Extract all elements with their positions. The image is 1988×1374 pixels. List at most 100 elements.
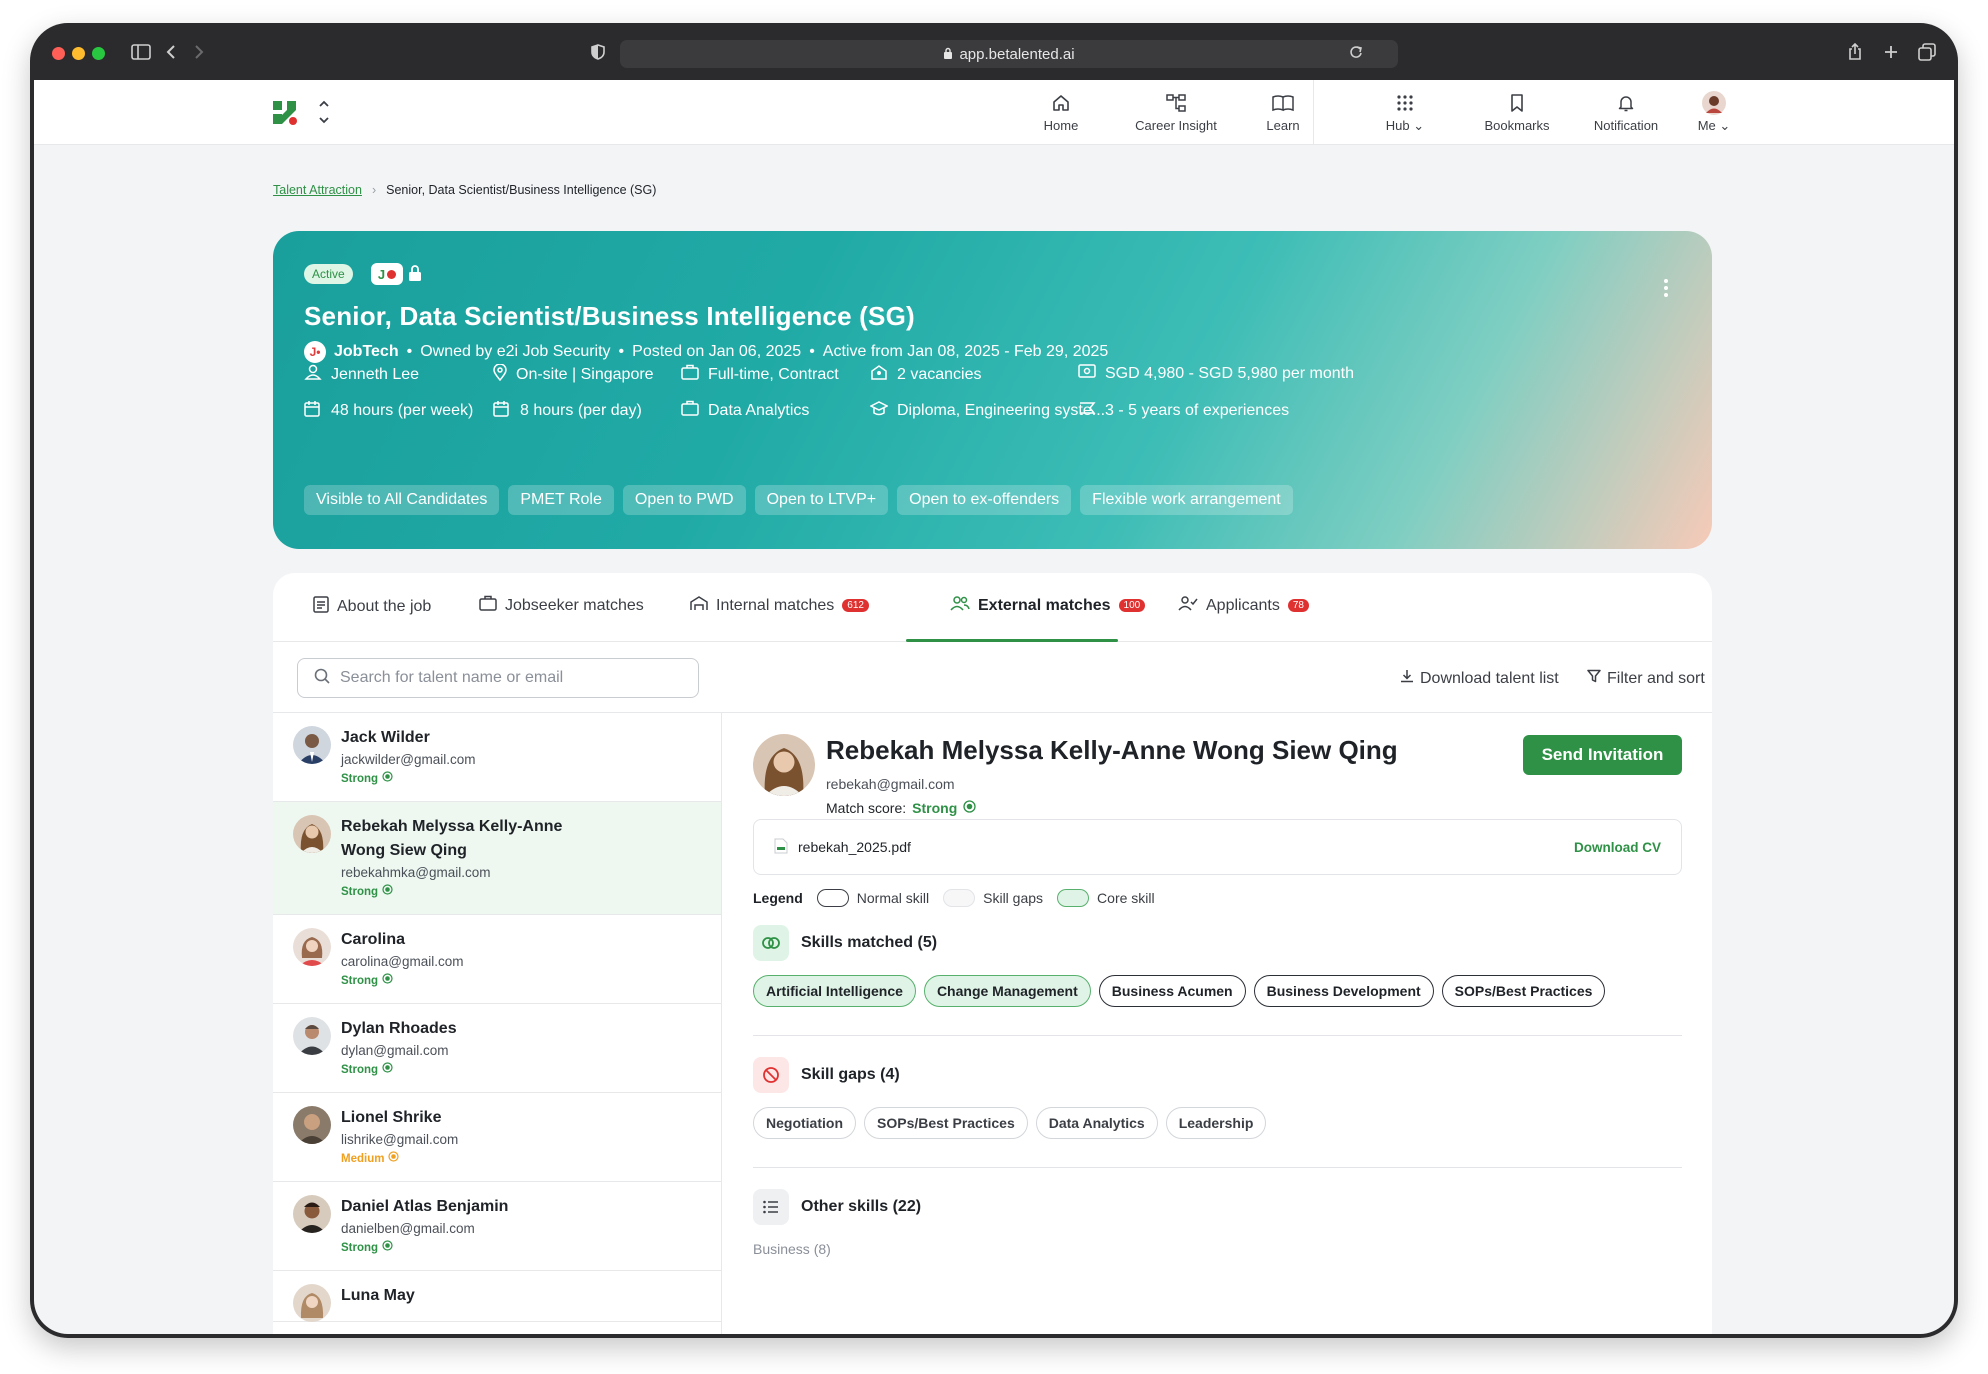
money-icon xyxy=(1078,364,1096,383)
attr-weekly-hours: 48 hours (per week) xyxy=(304,400,473,422)
list-item[interactable]: Dylan Rhoades dylan@gmail.com Strong xyxy=(273,1004,721,1093)
nav-divider xyxy=(1313,80,1314,145)
url-bar[interactable]: app.betalented.ai xyxy=(620,40,1398,68)
talent-name: Lionel Shrike xyxy=(341,1109,442,1126)
maximize-window-button[interactable] xyxy=(92,47,105,60)
list-item[interactable]: Daniel Atlas Benjamin danielben@gmail.co… xyxy=(273,1182,721,1271)
nav-hub-label: Hub ⌄ xyxy=(1385,118,1425,133)
attr-salary-value: SGD 4,980 - SGD 5,980 per month xyxy=(1105,364,1355,382)
nav-bookmarks[interactable]: Bookmarks xyxy=(1472,88,1562,133)
skill-chip: SOPs/Best Practices xyxy=(1441,975,1606,1007)
tab-external-matches-label: External matches xyxy=(978,596,1111,614)
forward-icon[interactable] xyxy=(186,39,212,65)
bullet-separator: • xyxy=(809,343,815,360)
tab-about-job[interactable]: About the job xyxy=(313,595,431,618)
attr-education-value: Diploma, Engineering syste... xyxy=(897,401,1106,419)
calendar-clock-icon xyxy=(304,400,322,422)
attr-weekly-hours-value: 48 hours (per week) xyxy=(331,402,474,419)
bookmark-icon xyxy=(1472,88,1562,118)
talent-email: dylan@gmail.com xyxy=(341,1043,449,1058)
app-logo[interactable] xyxy=(273,100,333,131)
attr-employment-value: Full-time, Contract xyxy=(708,365,839,383)
job-posted-date: Posted on Jan 06, 2025 xyxy=(632,343,802,360)
privacy-shield-icon[interactable] xyxy=(585,39,611,65)
tab-overview-icon[interactable] xyxy=(1914,39,1940,65)
tag-ltvp: Open to LTVP+ xyxy=(754,485,889,515)
chevron-down-icon: ⌄ xyxy=(1413,118,1425,133)
skill-chip: Data Analytics xyxy=(1035,1107,1158,1139)
download-talent-list-button[interactable]: Download talent list xyxy=(1400,669,1559,688)
tab-applicants[interactable]: Applicants 78 xyxy=(1178,595,1309,616)
grid-icon xyxy=(1360,88,1450,118)
filter-sort-label: Filter and sort xyxy=(1607,669,1705,687)
cv-file-name[interactable]: rebekah_2025.pdf xyxy=(798,839,911,855)
match-score-label: Match score: xyxy=(826,800,907,816)
breadcrumb-current: Senior, Data Scientist/Business Intellig… xyxy=(386,183,657,197)
attr-salary: SGD 4,980 - SGD 5,980 per month xyxy=(1078,364,1354,383)
reload-icon[interactable] xyxy=(1343,39,1369,65)
talent-name: Carolina xyxy=(341,931,406,948)
match-score-value: Strong xyxy=(912,800,958,816)
tag-visible-all: Visible to All Candidates xyxy=(304,485,500,515)
match-strength: Medium xyxy=(341,1150,703,1168)
tag-pwd: Open to PWD xyxy=(622,485,746,515)
tab-bar: About the job Jobseeker matches Internal… xyxy=(273,573,1712,642)
nav-career-insight[interactable]: Career Insight xyxy=(1116,88,1236,133)
sidebar-toggle-icon[interactable] xyxy=(128,39,154,65)
share-icon[interactable] xyxy=(1842,39,1868,65)
legend-core: Core skill xyxy=(1057,889,1155,907)
send-invitation-button[interactable]: Send Invitation xyxy=(1523,735,1682,775)
app-viewport: Home Career Insight Learn Hub ⌄ Bookmark… xyxy=(34,80,1954,1334)
pdf-file-icon xyxy=(774,838,788,857)
count-badge: 78 xyxy=(1287,599,1309,612)
tab-external-matches[interactable]: External matches 100 xyxy=(950,595,1146,616)
active-tab-indicator xyxy=(906,639,1118,642)
person-check-icon xyxy=(1178,595,1198,616)
match-strength: Strong xyxy=(341,972,703,990)
experience-icon xyxy=(1078,400,1096,421)
nav-hub[interactable]: Hub ⌄ xyxy=(1360,88,1450,134)
talent-email: jackwilder@gmail.com xyxy=(341,752,476,767)
breadcrumb-link-talent-attraction[interactable]: Talent Attraction xyxy=(273,183,362,197)
attr-vacancies: 2 vacancies xyxy=(870,364,982,385)
avatar xyxy=(293,726,331,764)
vacancy-icon xyxy=(870,364,888,385)
talent-email: danielben@gmail.com xyxy=(341,1221,475,1236)
close-window-button[interactable] xyxy=(52,47,65,60)
nav-home-label: Home xyxy=(1043,118,1079,133)
nav-learn[interactable]: Learn xyxy=(1238,88,1328,133)
job-source[interactable]: JobTech xyxy=(334,343,399,361)
more-options-icon[interactable] xyxy=(1664,279,1670,297)
search-input[interactable]: Search for talent name or email xyxy=(297,658,699,698)
lock-icon xyxy=(943,46,953,63)
match-strength: Strong xyxy=(341,1239,703,1257)
nav-notification[interactable]: Notification xyxy=(1581,88,1671,133)
filter-sort-button[interactable]: Filter and sort xyxy=(1587,669,1705,688)
new-tab-icon[interactable] xyxy=(1878,39,1904,65)
skill-gaps-heading: Skill gaps (4) xyxy=(753,1057,900,1093)
tab-jobseeker-matches[interactable]: Jobseeker matches xyxy=(479,595,644,616)
list-item[interactable]: Lionel Shrike lishrike@gmail.com Medium xyxy=(273,1093,721,1182)
radio-dot-icon xyxy=(382,1239,393,1257)
nav-me[interactable]: Me ⌄ xyxy=(1669,88,1759,134)
download-cv-link[interactable]: Download CV xyxy=(1574,840,1661,855)
list-item-selected[interactable]: Rebekah Melyssa Kelly-Anne Wong Siew Qin… xyxy=(273,802,721,915)
matches-card: About the job Jobseeker matches Internal… xyxy=(273,573,1712,1334)
cv-file-card: rebekah_2025.pdf Download CV xyxy=(753,819,1682,875)
match-score: Match score: Strong xyxy=(826,800,976,816)
talent-email: rebekahmka@gmail.com xyxy=(341,865,491,880)
list-item[interactable]: Luna May xyxy=(273,1271,721,1322)
radio-dot-icon xyxy=(382,770,393,788)
attr-location: On-site | Singapore xyxy=(493,363,654,386)
list-item[interactable]: Carolina carolina@gmail.com Strong xyxy=(273,915,721,1004)
other-skills-group-business: Business (8) xyxy=(753,1241,831,1257)
talent-name: Luna May xyxy=(341,1287,415,1304)
back-icon[interactable] xyxy=(158,39,184,65)
list-item[interactable]: Jack Wilder jackwilder@gmail.com Strong xyxy=(273,713,721,802)
skill-chip: SOPs/Best Practices xyxy=(864,1107,1028,1139)
nav-home[interactable]: Home xyxy=(1016,88,1106,133)
minimize-window-button[interactable] xyxy=(72,47,85,60)
nav-bookmarks-label: Bookmarks xyxy=(1484,118,1550,133)
tag-flexible-work: Flexible work arrangement xyxy=(1080,485,1293,515)
tab-internal-matches[interactable]: Internal matches 612 xyxy=(690,595,869,616)
